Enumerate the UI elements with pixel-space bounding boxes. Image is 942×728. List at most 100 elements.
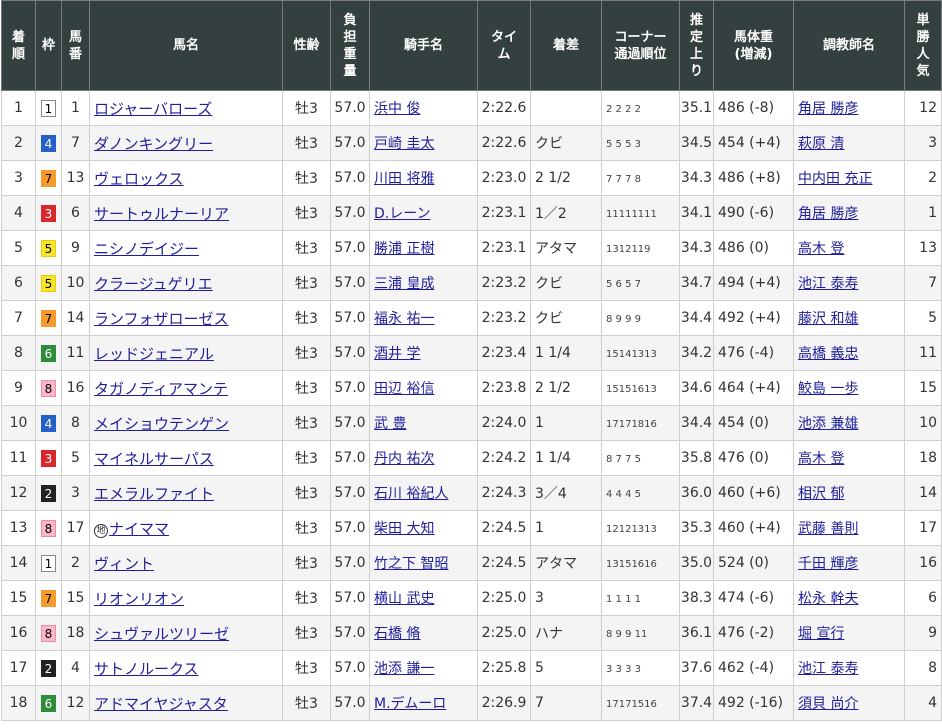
weight-carried-cell: 57.0 [330, 615, 370, 651]
trainer-link[interactable]: 須貝 尚介 [798, 696, 858, 712]
jockey-link[interactable]: 酒井 学 [374, 346, 420, 362]
header-last3f: 推定上り [679, 0, 714, 91]
trainer-link[interactable]: 角居 勝彦 [798, 101, 858, 117]
margin-cell: 5 [530, 650, 602, 686]
margin-cell: 1 [530, 405, 602, 441]
table-row: 7 7 14 ランフォザローゼス 牡3 57.0 福永 祐一 2:23.2 クビ… [1, 300, 942, 336]
body-weight-cell: 486 (0) [713, 230, 794, 266]
body-weight-cell: 454 (0) [713, 405, 794, 441]
trainer-link[interactable]: 池添 兼雄 [798, 416, 858, 432]
trainer-link[interactable]: 池江 泰寿 [798, 276, 858, 292]
horse-name-link[interactable]: ナイママ [109, 520, 169, 538]
gate-cell: 5 [35, 265, 62, 301]
trainer-link[interactable]: 中内田 充正 [798, 171, 872, 187]
horse-name-link[interactable]: サトノルークス [94, 660, 199, 678]
jockey-link[interactable]: 横山 武史 [374, 591, 434, 607]
jockey-link[interactable]: 三浦 皇成 [374, 276, 434, 292]
last3f-cell: 34.6 [679, 370, 714, 406]
trainer-link[interactable]: 角居 勝彦 [798, 206, 858, 222]
time-cell: 2:25.0 [477, 615, 531, 651]
jockey-link[interactable]: 池添 謙一 [374, 661, 434, 677]
time-cell: 2:24.5 [477, 545, 531, 581]
horse-name-link[interactable]: シュヴァルツリーゼ [94, 625, 229, 643]
body-weight-cell: 460 (+6) [713, 475, 794, 511]
margin-cell: アタマ [530, 545, 602, 581]
jockey-cell: 竹之下 智昭 [369, 545, 478, 581]
jockey-link[interactable]: 竹之下 智昭 [374, 556, 448, 572]
horse-name-link[interactable]: ロジャーバローズ [94, 100, 212, 118]
trainer-link[interactable]: 高木 登 [798, 451, 844, 467]
jockey-link[interactable]: 浜中 俊 [374, 101, 420, 117]
time-cell: 2:26.9 [477, 685, 531, 721]
horse-name-link[interactable]: レッドジェニアル [94, 345, 214, 363]
trainer-link[interactable]: 相沢 郁 [798, 486, 844, 502]
trainer-link[interactable]: 松永 幹夫 [798, 591, 858, 607]
corner-cell: 11111111 [601, 195, 680, 231]
weight-carried-cell: 57.0 [330, 195, 370, 231]
jockey-link[interactable]: 福永 祐一 [374, 311, 434, 327]
trainer-link[interactable]: 武藤 善則 [798, 521, 858, 537]
corner-positions: 15141313 [606, 349, 657, 360]
gate-cell: 3 [35, 440, 62, 476]
jockey-link[interactable]: D.レーン [374, 206, 431, 222]
horse-name-link[interactable]: ヴィント [94, 555, 154, 573]
corner-positions: 1312119 [606, 244, 651, 255]
jockey-link[interactable]: 勝浦 正樹 [374, 241, 434, 257]
jockey-link[interactable]: 戸崎 圭太 [374, 136, 434, 152]
horse-name-link[interactable]: ランフォザローゼス [94, 310, 229, 328]
time-cell: 2:24.3 [477, 475, 531, 511]
jockey-link[interactable]: 石川 裕紀人 [374, 486, 448, 502]
horse-name-link[interactable]: メイショウテンゲン [94, 415, 229, 433]
jockey-link[interactable]: 田辺 裕信 [374, 381, 434, 397]
trainer-link[interactable]: 鮫島 一歩 [798, 381, 858, 397]
table-row: 14 1 2 ヴィント 牡3 57.0 竹之下 智昭 2:24.5 アタマ 13… [1, 545, 942, 581]
horse-name-cell: エメラルファイト [89, 475, 283, 511]
jockey-cell: 福永 祐一 [369, 300, 478, 336]
weight-carried-cell: 57.0 [330, 475, 370, 511]
gate-cell: 7 [35, 160, 62, 196]
jockey-cell: 武 豊 [369, 405, 478, 441]
last3f-cell: 34.3 [679, 230, 714, 266]
rank-cell: 11 [1, 440, 36, 476]
horse-name-link[interactable]: ダノンキングリー [94, 135, 213, 153]
weight-carried-cell: 57.0 [330, 370, 370, 406]
trainer-cell: 須貝 尚介 [793, 685, 905, 721]
last3f-cell: 35.3 [679, 510, 714, 546]
horse-name-link[interactable]: エメラルファイト [94, 485, 214, 503]
jockey-link[interactable]: 武 豊 [374, 416, 406, 432]
trainer-cell: 池江 泰寿 [793, 265, 905, 301]
corner-positions: 8 7 7 5 [606, 454, 641, 465]
trainer-link[interactable]: 藤沢 和雄 [798, 311, 858, 327]
sex-age-cell: 牡3 [282, 545, 331, 581]
jockey-link[interactable]: 丹内 祐次 [374, 451, 434, 467]
horse-name-link[interactable]: ニシノデイジー [94, 240, 199, 258]
jockey-cell: 戸崎 圭太 [369, 125, 478, 161]
horse-name-link[interactable]: アドマイヤジャスタ [94, 695, 228, 713]
trainer-link[interactable]: 池江 泰寿 [798, 661, 858, 677]
body-weight-cell: 476 (0) [713, 440, 794, 476]
horse-name-link[interactable]: リオンリオン [94, 590, 184, 608]
margin-cell: 3／4 [530, 475, 602, 511]
horse-name-link[interactable]: ヴェロックス [94, 170, 184, 188]
horse-number-cell: 16 [61, 370, 90, 406]
trainer-link[interactable]: 萩原 清 [798, 136, 844, 152]
time-cell: 2:25.8 [477, 650, 531, 686]
horse-name-link[interactable]: サートゥルナーリア [94, 205, 229, 223]
trainer-link[interactable]: 高橋 義忠 [798, 346, 858, 362]
horse-name-link[interactable]: クラージュゲリエ [94, 275, 213, 293]
horse-name-link[interactable]: マイネルサーパス [94, 450, 214, 468]
trainer-link[interactable]: 堀 宣行 [798, 626, 844, 642]
trainer-cell: 松永 幹夫 [793, 580, 905, 616]
trainer-link[interactable]: 千田 輝彦 [798, 556, 858, 572]
horse-name-link[interactable]: タガノディアマンテ [94, 380, 228, 398]
margin-cell: 2 1/2 [530, 160, 602, 196]
jockey-link[interactable]: 柴田 大知 [374, 521, 434, 537]
horse-name-cell: レッドジェニアル [89, 335, 283, 371]
trainer-cell: 中内田 充正 [793, 160, 905, 196]
trainer-cell: 相沢 郁 [793, 475, 905, 511]
jockey-link[interactable]: 川田 将雅 [374, 171, 434, 187]
jockey-link[interactable]: 石橋 脩 [374, 626, 420, 642]
trainer-link[interactable]: 高木 登 [798, 241, 844, 257]
jockey-link[interactable]: M.デムーロ [374, 696, 446, 712]
horse-name-cell: 地ナイママ [89, 510, 283, 546]
